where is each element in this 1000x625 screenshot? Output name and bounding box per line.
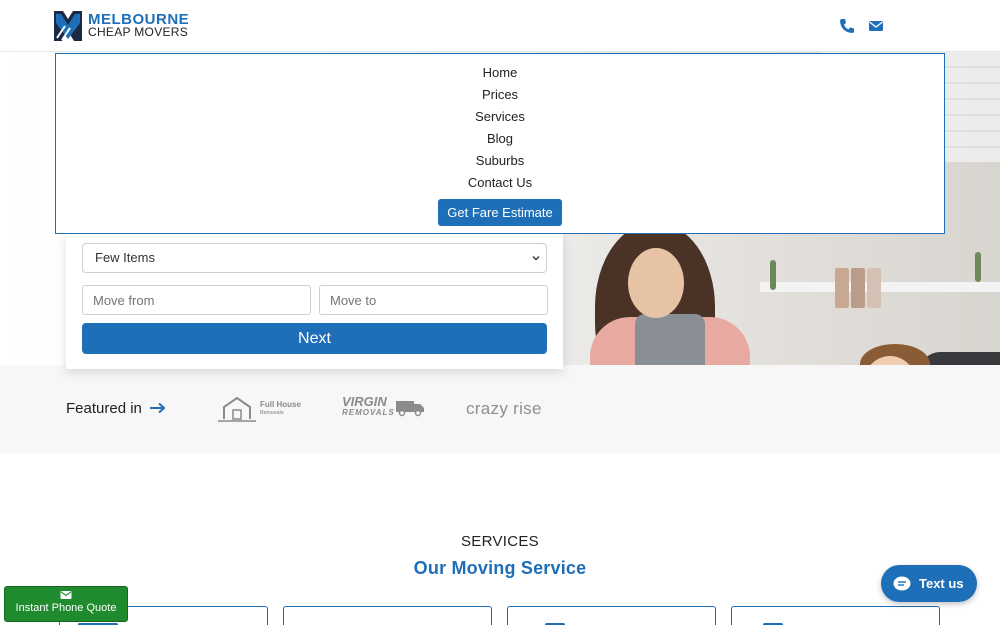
service-card[interactable] [507,606,716,625]
get-fare-estimate-button[interactable]: Get Fare Estimate [438,199,562,226]
house-icon [218,396,256,422]
phone-icon[interactable] [839,18,855,34]
nav-item-home[interactable]: Home [483,65,518,80]
nav-menu-panel: Home Prices Services Blog Suburbs Contac… [55,53,945,234]
envelope-icon[interactable] [868,18,884,34]
nav-item-services[interactable]: Services [475,109,525,124]
virgin-removals-logo[interactable]: VIRGIN REMOVALS [342,395,425,418]
nav-item-suburbs[interactable]: Suburbs [476,153,524,168]
instant-phone-quote-label: Instant Phone Quote [15,602,117,614]
featured-in-label: Featured in [66,400,142,417]
services-eyebrow: SERVICES [461,533,539,550]
full-house-name: Full House [260,400,301,409]
crazy-rise-logo[interactable]: crazy rise [466,399,542,419]
arrow-right-icon [150,402,166,414]
hero-plant [770,260,776,290]
truck-icon [395,401,424,417]
move-to-input[interactable] [319,285,548,315]
full-house-sub: Removals [260,410,284,416]
hero-book [867,268,881,308]
site-logo[interactable]: MELBOURNE CHEAP MOVERS [54,11,189,41]
text-us-label: Text us [919,576,964,591]
hero-book [851,268,865,308]
chat-bubble-icon [893,576,911,590]
hero-woman-face [628,248,684,318]
move-size-selected-value: Few Items [95,250,155,265]
logo-mark-icon [54,11,82,41]
services-title: Our Moving Service [413,558,587,578]
quote-form: Few Items Next [66,234,563,369]
text-us-widget[interactable]: Text us [881,565,977,602]
envelope-icon [60,591,72,599]
site-header: MELBOURNE CHEAP MOVERS [0,0,1000,52]
hero-woman-top [635,314,705,365]
instant-phone-quote-button[interactable]: Instant Phone Quote [4,586,128,622]
service-card[interactable] [283,606,492,625]
nav-list: Home Prices Services Blog Suburbs Contac… [56,65,944,197]
nav-item-contact-us[interactable]: Contact Us [468,175,532,190]
brand-name-line2: CHEAP MOVERS [88,25,189,39]
move-from-input[interactable] [82,285,311,315]
featured-in-section: Featured in Full House Removals VIRGIN R… [0,365,1000,453]
service-card[interactable] [731,606,940,625]
hero-plant [975,252,981,282]
nav-item-blog[interactable]: Blog [487,131,513,146]
next-button[interactable]: Next [82,323,547,354]
nav-item-prices[interactable]: Prices [482,87,518,102]
hero-child-body [920,352,1000,365]
chevron-down-icon [532,256,540,261]
move-size-select[interactable]: Few Items [82,243,547,273]
hero-book [835,268,849,308]
full-house-removals-logo[interactable]: Full House Removals [216,395,301,423]
virgin-sub: REMOVALS [342,408,395,417]
